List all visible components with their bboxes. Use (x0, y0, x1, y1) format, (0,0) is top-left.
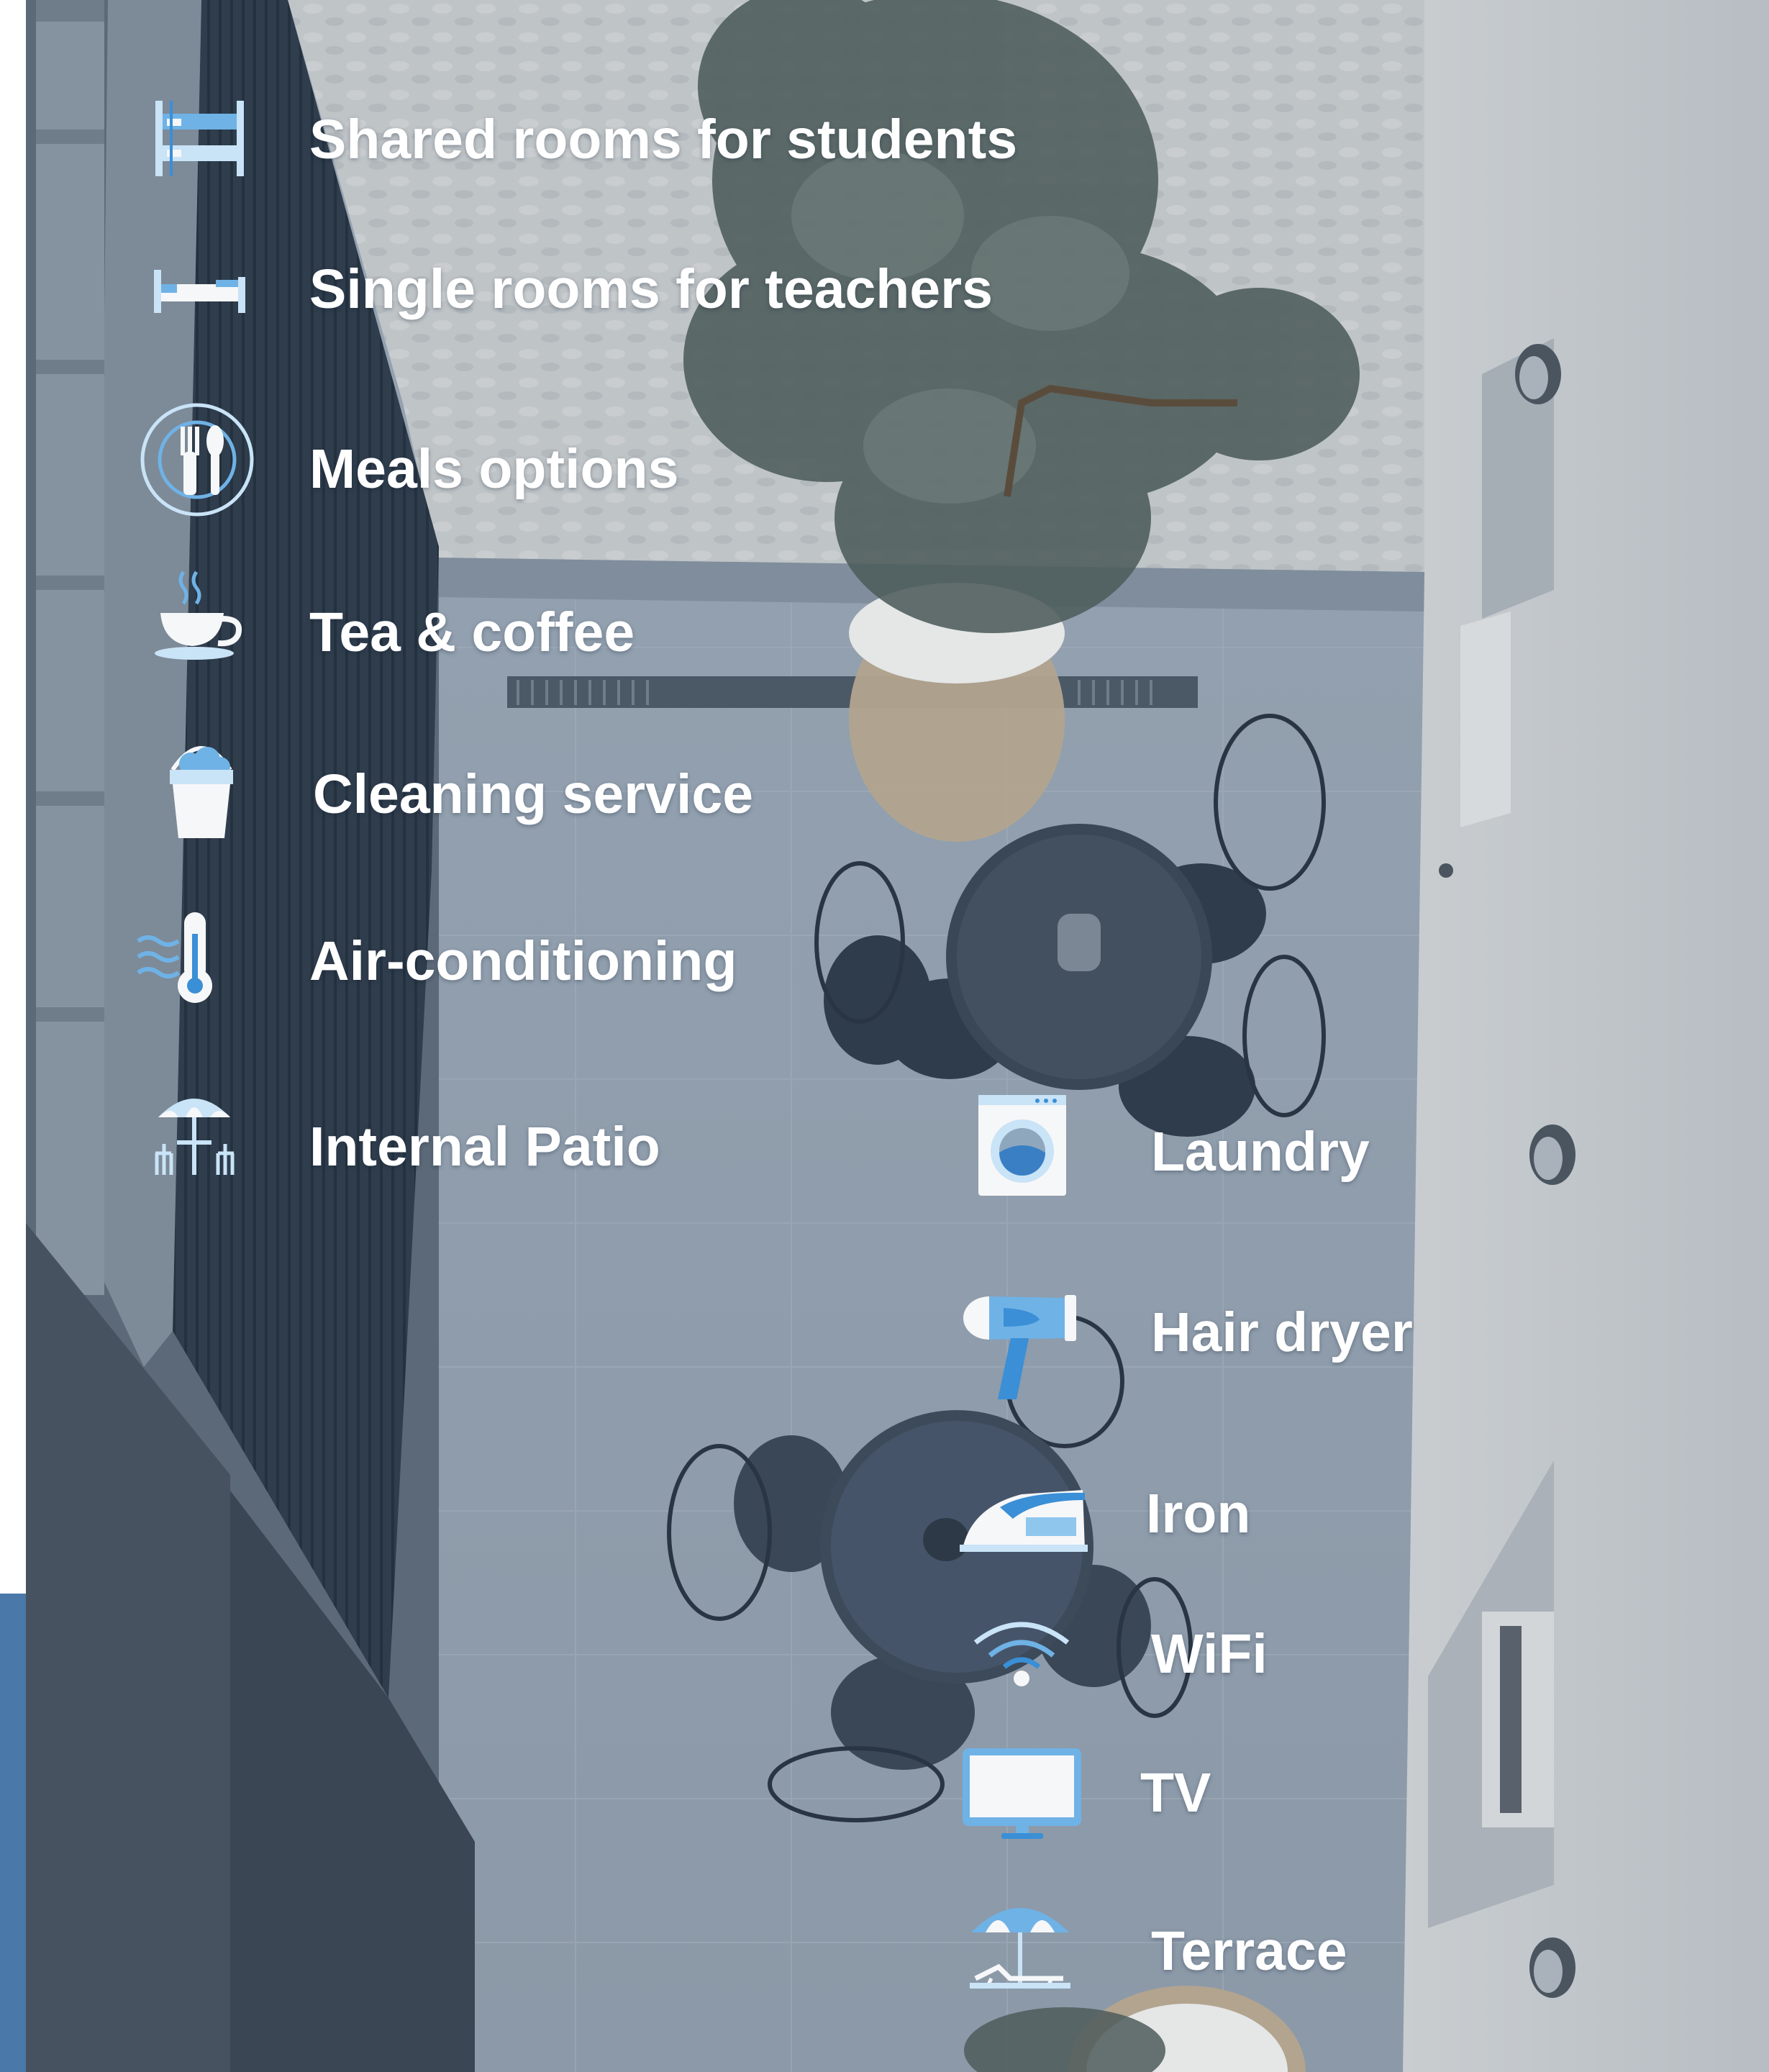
amenity-terrace: Terrace (1151, 1919, 1347, 1984)
amenity-label: Air-conditioning (309, 930, 737, 992)
amenity-single-rooms: Single rooms for teachers (309, 258, 993, 322)
amenity-label: Meals options (309, 438, 679, 500)
amenity-label: Single rooms for teachers (309, 258, 993, 320)
iron-icon (957, 1478, 1090, 1554)
amenity-shared-rooms: Shared rooms for students (309, 108, 1017, 172)
amenity-laundry: Laundry (1151, 1120, 1370, 1184)
amenity-label: Tea & coffee (309, 601, 635, 663)
amenities-poster: Shared rooms for students Single rooms f… (0, 0, 1769, 2072)
amenity-label: Terrace (1151, 1920, 1347, 1982)
bunk-bed-icon (151, 101, 248, 176)
thermometer-icon (135, 912, 222, 1004)
amenity-tv: TV (1140, 1761, 1211, 1825)
amenity-cleaning: Cleaning service (313, 763, 753, 827)
washing-machine-icon (978, 1095, 1066, 1196)
amenity-air-conditioning: Air-conditioning (309, 930, 737, 994)
beach-umbrella-icon (970, 1898, 1070, 1991)
amenity-label: Shared rooms for students (309, 109, 1018, 171)
amenity-label: Cleaning service (313, 763, 754, 825)
single-bed-icon (151, 270, 248, 313)
amenity-iron: Iron (1146, 1482, 1250, 1546)
amenity-meals: Meals options (309, 437, 678, 501)
cutlery-plate-icon (139, 401, 255, 518)
amenity-label: Iron (1146, 1483, 1251, 1545)
amenity-label: TV (1140, 1762, 1211, 1824)
patio-umbrella-table-icon (150, 1090, 240, 1176)
amenity-hair-dryer: Hair dryer (1151, 1301, 1413, 1365)
amenity-wifi: WiFi (1151, 1622, 1268, 1686)
coffee-cup-icon (155, 568, 245, 662)
hair-dryer-icon (960, 1288, 1083, 1403)
amenity-label: Hair dryer (1151, 1301, 1413, 1363)
amenity-label: Laundry (1151, 1121, 1370, 1183)
cleaning-bucket-icon (165, 734, 237, 838)
amenity-tea-coffee: Tea & coffee (309, 601, 635, 665)
wifi-icon (971, 1615, 1072, 1687)
amenity-internal-patio: Internal Patio (309, 1115, 660, 1179)
amenity-label: WiFi (1151, 1623, 1268, 1685)
amenity-label: Internal Patio (309, 1116, 660, 1178)
tv-monitor-icon (963, 1748, 1081, 1842)
